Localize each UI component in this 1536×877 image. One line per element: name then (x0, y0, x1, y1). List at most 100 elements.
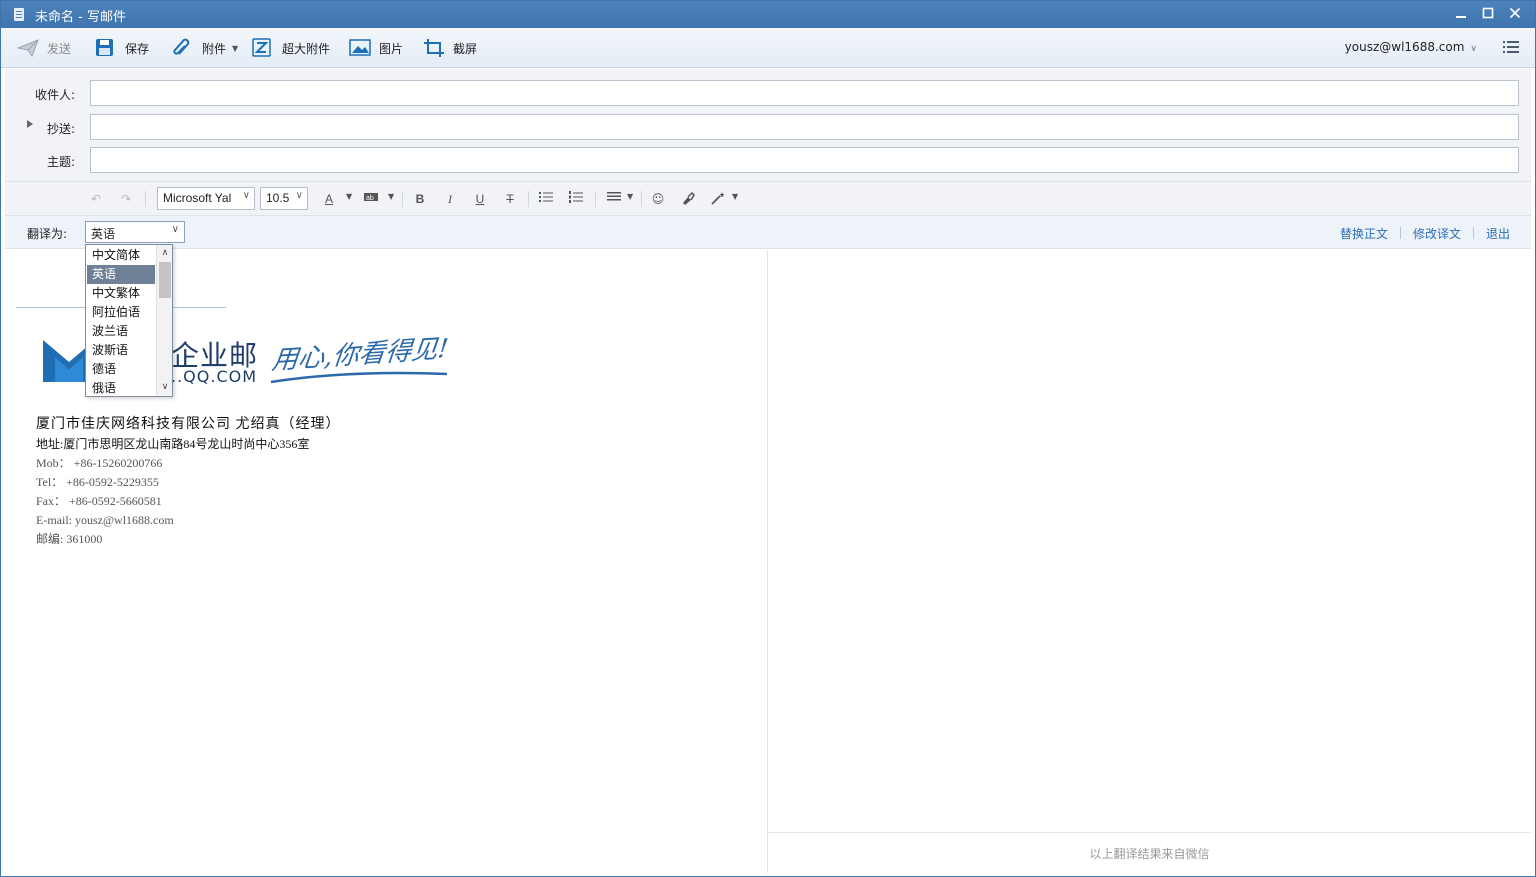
large-attachment-button[interactable]: 超大附件 (252, 37, 330, 59)
screenshot-label: 截屏 (453, 41, 478, 56)
save-label: 保存 (125, 41, 150, 56)
chevron-down-icon: ▼ (232, 43, 239, 53)
maximize-icon (1482, 7, 1494, 19)
signature-fax: Fax： +86-0592-5660581 (36, 494, 162, 508)
language-option[interactable]: 中文繁体 (87, 284, 155, 303)
scroll-down-icon[interactable]: ∨ (157, 380, 173, 395)
save-button[interactable]: 保存 (95, 37, 149, 59)
chevron-down-icon: ∨ (295, 190, 303, 201)
minimize-button[interactable] (1451, 5, 1471, 25)
chevron-down-icon: ∨ (171, 224, 179, 235)
crop-icon (423, 38, 445, 58)
subject-row: 主题: (5, 147, 1531, 173)
language-option-selected[interactable]: 英语 (87, 265, 155, 284)
to-label: 收件人: (34, 88, 75, 102)
align-icon[interactable] (605, 191, 623, 207)
close-button[interactable] (1505, 5, 1525, 25)
translation-pane[interactable]: 以上翻译结果来自微信 (768, 250, 1531, 873)
send-label: 发送 (47, 41, 72, 56)
emoji-icon[interactable]: ☺ (649, 191, 667, 207)
signature-mobile: Mob： +86-15260200766 (36, 456, 163, 470)
italic-icon[interactable]: I (441, 191, 459, 207)
main-toolbar: 发送 保存 附件 ▼ 超大附件 图片 截屏 yousz@wl1688.com ∨ (1, 28, 1535, 68)
cc-input[interactable] (90, 114, 1519, 140)
signature-address: 地址:厦门市思明区龙山南路84号龙山时尚中心356室 (36, 437, 310, 451)
chevron-down-icon[interactable]: ▼ (346, 192, 352, 201)
signature-company: 厦门市佳庆网络科技有限公司 尤绍真（经理） (36, 417, 341, 432)
language-option[interactable]: 阿拉伯语 (87, 303, 155, 322)
font-family-value: Microsoft Yal (163, 191, 232, 205)
close-icon (1509, 7, 1521, 19)
minimize-icon (1456, 16, 1466, 18)
translate-language-select[interactable]: 英语 ∨ (85, 221, 185, 243)
account-selector[interactable]: yousz@wl1688.com ∨ (1345, 40, 1477, 54)
to-input[interactable] (90, 80, 1519, 106)
account-email: yousz@wl1688.com (1344, 40, 1465, 54)
subject-label: 主题: (46, 155, 75, 169)
format-toolbar: ↶ ↷ Microsoft Yal ∨ 10.5 ∨ A ▼ ab ▼ B I … (5, 181, 1531, 215)
chevron-down-icon[interactable]: ▼ (627, 192, 633, 201)
language-option[interactable]: 波兰语 (87, 322, 155, 341)
paperclip-icon (172, 38, 194, 58)
format-painter-icon[interactable] (679, 191, 697, 207)
image-icon (349, 38, 371, 58)
send-icon (16, 38, 39, 58)
chevron-down-icon[interactable]: ▼ (388, 192, 394, 201)
undo-icon[interactable]: ↶ (87, 191, 105, 207)
chevron-down-icon[interactable]: ▼ (732, 192, 738, 201)
font-color-icon[interactable]: A (320, 191, 338, 207)
underline-icon[interactable]: U (471, 191, 489, 207)
cc-label: 抄送: (46, 122, 75, 136)
menu-list-icon[interactable] (1503, 41, 1519, 55)
scroll-up-icon[interactable]: ∧ (157, 246, 173, 261)
image-button[interactable]: 图片 (349, 37, 403, 59)
language-option[interactable]: 中文简体 (87, 246, 155, 265)
logo-swoosh (270, 371, 448, 384)
window-title: 未命名 - 写邮件 (35, 10, 126, 25)
bullet-list-icon[interactable] (537, 191, 555, 207)
email-signature: 厦门市佳庆网络科技有限公司 尤绍真（经理） 地址:厦门市思明区龙山南路84号龙山… (36, 413, 341, 549)
redo-icon[interactable]: ↷ (117, 191, 135, 207)
replace-body-link[interactable]: 替换正文 (1340, 225, 1388, 242)
chevron-down-icon: ∨ (242, 190, 250, 201)
send-button[interactable]: 发送 (16, 37, 72, 59)
edit-translation-link[interactable]: 修改译文 (1413, 225, 1461, 242)
language-option[interactable]: 波斯语 (87, 341, 155, 360)
attachment-label: 附件 (202, 41, 227, 56)
language-dropdown-list: 中文简体 英语 中文繁体 阿拉伯语 波兰语 波斯语 德语 俄语 ∧ ∨ (85, 244, 173, 397)
large-attachment-label: 超大附件 (282, 41, 331, 56)
scrollbar-thumb[interactable] (159, 262, 171, 298)
font-family-select[interactable]: Microsoft Yal ∨ (157, 187, 255, 210)
screenshot-button[interactable]: 截屏 (423, 37, 477, 59)
strikethrough-icon[interactable]: T (501, 191, 519, 207)
highlight-icon[interactable]: ab (362, 191, 380, 207)
bold-icon[interactable]: B (411, 191, 429, 207)
translate-bar: 翻译为: 英语 ∨ 替换正文 修改译文 退出 (5, 215, 1531, 249)
image-label: 图片 (379, 41, 404, 56)
font-size-value: 10.5 (266, 191, 290, 205)
compose-window: 未命名 - 写邮件 发送 保存 附件 ▼ 超大附件 图片 截屏 yousz@wl… (0, 0, 1536, 877)
document-icon (14, 8, 24, 21)
translation-source-note: 以上翻译结果来自微信 (768, 832, 1531, 873)
translate-label: 翻译为: (27, 227, 68, 241)
to-row: 收件人: (5, 80, 1531, 106)
signature-tel: Tel： +86-0592-5229355 (36, 475, 159, 489)
magic-wand-icon[interactable] (710, 191, 728, 207)
language-option[interactable]: 德语 (87, 360, 155, 379)
font-size-select[interactable]: 10.5 ∨ (260, 187, 308, 210)
dropdown-scrollbar[interactable]: ∧ ∨ (156, 245, 172, 396)
save-icon (95, 38, 117, 58)
logo-text-en: ..QQ.COM (171, 367, 258, 386)
chevron-down-icon: ∨ (1470, 44, 1477, 54)
subject-input[interactable] (90, 147, 1519, 173)
exit-translation-link[interactable]: 退出 (1486, 225, 1510, 242)
svg-text:ab: ab (366, 195, 374, 202)
translate-selected-value: 英语 (91, 227, 116, 241)
cc-row: 抄送: (5, 114, 1531, 140)
numbered-list-icon[interactable] (567, 191, 585, 207)
signature-email: E-mail: yousz@wl1688.com (36, 513, 174, 527)
attachment-button[interactable]: 附件 ▼ (172, 37, 238, 59)
maximize-button[interactable] (1478, 5, 1498, 25)
signature-zip: 邮编: 361000 (36, 532, 103, 546)
language-option[interactable]: 俄语 (87, 379, 155, 398)
